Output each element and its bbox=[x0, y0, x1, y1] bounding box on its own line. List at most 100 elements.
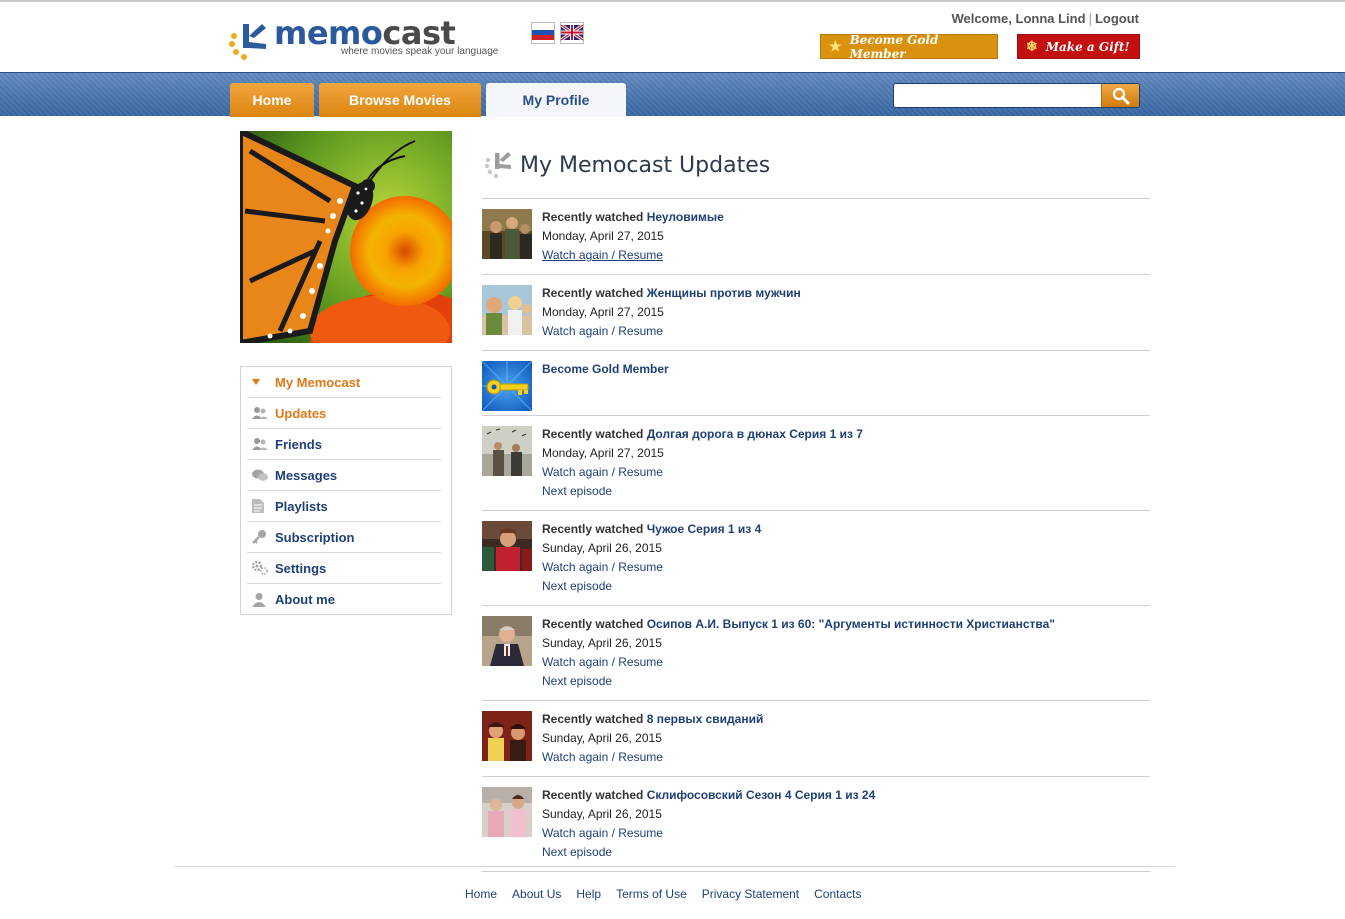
watch-again-link[interactable]: Watch again / Resume bbox=[542, 653, 663, 672]
profile-photo[interactable] bbox=[240, 131, 452, 343]
watch-again-link[interactable]: Watch again / Resume bbox=[542, 322, 663, 341]
become-gold-member-link[interactable]: Become Gold Member bbox=[542, 360, 1150, 379]
sidebar-item-label: My Memocast bbox=[275, 374, 361, 390]
recently-watched-label: Recently watched bbox=[542, 427, 644, 441]
movie-title-link[interactable]: Склифосовский Сезон 4 Серия 1 из 24 bbox=[647, 788, 876, 802]
feed-headline: Recently watched Чужое Серия 1 из 4 bbox=[542, 520, 1150, 539]
tab-browse-movies[interactable]: Browse Movies bbox=[319, 83, 481, 117]
welcome-text: Welcome, Lonna Lind bbox=[951, 11, 1086, 26]
page-title: My Memocast Updates bbox=[520, 152, 771, 178]
tab-my-profile[interactable]: My Profile bbox=[486, 83, 626, 117]
feed-item: Recently watched Чужое Серия 1 из 4 Sund… bbox=[482, 511, 1150, 606]
movie-title-link[interactable]: 8 первых свиданий bbox=[647, 712, 764, 726]
movie-thumbnail[interactable] bbox=[482, 521, 532, 571]
sidebar-item-settings[interactable]: Settings bbox=[247, 553, 441, 584]
watched-date: Sunday, April 26, 2015 bbox=[542, 731, 662, 745]
feed-item: Recently watched Долгая дорога в дюнах С… bbox=[482, 416, 1150, 511]
movie-title-link[interactable]: Женщины против мужчин bbox=[647, 286, 801, 300]
make-a-gift-button[interactable]: ❄ Make a Gift! bbox=[1017, 34, 1140, 59]
footer-link-home[interactable]: Home bbox=[465, 887, 497, 901]
watched-date: Monday, April 27, 2015 bbox=[542, 229, 664, 243]
feed-headline: Recently watched Осипов А.И. Выпуск 1 из… bbox=[542, 615, 1150, 634]
movie-thumbnail[interactable] bbox=[482, 787, 532, 837]
watched-date: Sunday, April 26, 2015 bbox=[542, 541, 662, 555]
watch-again-link[interactable]: Watch again / Resume bbox=[542, 246, 663, 265]
movie-title-link[interactable]: Чужое Серия 1 из 4 bbox=[647, 522, 762, 536]
next-episode-link[interactable]: Next episode bbox=[542, 482, 612, 501]
search-icon bbox=[1112, 87, 1129, 104]
sidebar-item-label: Updates bbox=[275, 405, 327, 421]
footer-link-about-us[interactable]: About Us bbox=[512, 887, 561, 901]
sidebar-item-about-me[interactable]: About me bbox=[247, 584, 441, 615]
footer-link-help[interactable]: Help bbox=[576, 887, 601, 901]
movie-thumbnail[interactable] bbox=[482, 711, 532, 761]
sidebar-item-playlists[interactable]: Playlists bbox=[247, 491, 441, 522]
tab-home[interactable]: Home bbox=[230, 83, 314, 117]
watch-again-link[interactable]: Watch again / Resume bbox=[542, 748, 663, 767]
footer-links: Home About Us Help Terms of Use Privacy … bbox=[465, 887, 876, 901]
profile-menu: My Memocast Updates Friends Messages Pla… bbox=[240, 366, 452, 615]
feed-item-gold: Become Gold Member bbox=[482, 351, 1150, 416]
logout-link[interactable]: Logout bbox=[1095, 11, 1139, 26]
memocast-updates-icon bbox=[484, 152, 511, 179]
recently-watched-label: Recently watched bbox=[542, 712, 644, 726]
next-episode-link[interactable]: Next episode bbox=[542, 843, 612, 862]
movie-thumbnail[interactable] bbox=[482, 209, 532, 259]
search-input[interactable] bbox=[895, 85, 1099, 106]
main-navigation: Home Browse Movies My Profile bbox=[0, 72, 1345, 117]
sidebar-item-friends[interactable]: Friends bbox=[247, 429, 441, 460]
logo-mark-icon bbox=[229, 24, 266, 60]
sidebar-item-messages[interactable]: Messages bbox=[247, 460, 441, 491]
chat-bubbles-icon bbox=[251, 466, 273, 484]
sidebar-item-my-memocast[interactable]: My Memocast bbox=[247, 367, 441, 398]
sidebar-item-subscription[interactable]: Subscription bbox=[247, 522, 441, 553]
sidebar-item-label: Settings bbox=[275, 560, 327, 576]
watch-again-link[interactable]: Watch again / Resume bbox=[542, 824, 663, 843]
watched-date: Monday, April 27, 2015 bbox=[542, 446, 664, 460]
users-icon bbox=[251, 404, 273, 422]
footer-link-privacy-statement[interactable]: Privacy Statement bbox=[702, 887, 799, 901]
logo-tagline: where movies speak your language bbox=[341, 46, 499, 57]
gold-key-thumbnail[interactable] bbox=[482, 361, 532, 411]
page-header: My Memocast Updates bbox=[484, 151, 770, 179]
become-gold-member-button[interactable]: ★ Become Gold Member bbox=[820, 33, 998, 61]
footer-link-terms-of-use[interactable]: Terms of Use bbox=[616, 887, 687, 901]
next-episode-link[interactable]: Next episode bbox=[542, 672, 612, 691]
feed-item: Recently watched Осипов А.И. Выпуск 1 из… bbox=[482, 606, 1150, 701]
top-border bbox=[0, 0, 1345, 2]
key-icon bbox=[251, 528, 273, 546]
russian-flag-icon[interactable] bbox=[531, 22, 555, 44]
sidebar-item-label: About me bbox=[275, 592, 335, 607]
memocast-logo[interactable]: memocast where movies speak your languag… bbox=[228, 14, 518, 62]
feed-item: Recently watched Склифосовский Сезон 4 С… bbox=[482, 777, 1150, 872]
users-icon bbox=[251, 435, 273, 453]
welcome-bar: Welcome, Lonna Lind | Logout bbox=[951, 11, 1139, 26]
watch-again-link[interactable]: Watch again / Resume bbox=[542, 558, 663, 577]
person-icon bbox=[251, 591, 273, 609]
watch-again-link[interactable]: Watch again / Resume bbox=[542, 463, 663, 482]
search-button[interactable] bbox=[1101, 84, 1139, 107]
uk-flag-icon[interactable] bbox=[560, 22, 584, 44]
feed-headline: Recently watched Долгая дорога в дюнах С… bbox=[542, 425, 1150, 444]
footer-divider bbox=[174, 866, 1175, 867]
search-box bbox=[893, 83, 1140, 108]
sidebar-item-label: Subscription bbox=[275, 529, 355, 545]
document-icon bbox=[251, 497, 273, 515]
next-episode-link[interactable]: Next episode bbox=[542, 577, 612, 596]
movie-title-link[interactable]: Неуловимые bbox=[647, 210, 724, 224]
sidebar-item-label: Playlists bbox=[275, 498, 328, 514]
updates-feed: Recently watched Неуловимые Monday, Apri… bbox=[482, 198, 1150, 872]
snowflake-icon: ❄ bbox=[1026, 38, 1038, 55]
movie-title-link[interactable]: Долгая дорога в дюнах Серия 1 из 7 bbox=[647, 427, 863, 441]
watched-date: Sunday, April 26, 2015 bbox=[542, 807, 662, 821]
footer-link-contacts[interactable]: Contacts bbox=[814, 887, 861, 901]
recently-watched-label: Recently watched bbox=[542, 522, 644, 536]
sidebar-item-updates[interactable]: Updates bbox=[247, 398, 441, 429]
movie-thumbnail[interactable] bbox=[482, 285, 532, 335]
recently-watched-label: Recently watched bbox=[542, 617, 644, 631]
movie-thumbnail[interactable] bbox=[482, 426, 532, 476]
movie-title-link[interactable]: Осипов А.И. Выпуск 1 из 60: "Аргументы и… bbox=[647, 617, 1055, 631]
gears-icon bbox=[251, 559, 273, 577]
feed-headline: Recently watched Склифосовский Сезон 4 С… bbox=[542, 786, 1150, 805]
movie-thumbnail[interactable] bbox=[482, 616, 532, 666]
